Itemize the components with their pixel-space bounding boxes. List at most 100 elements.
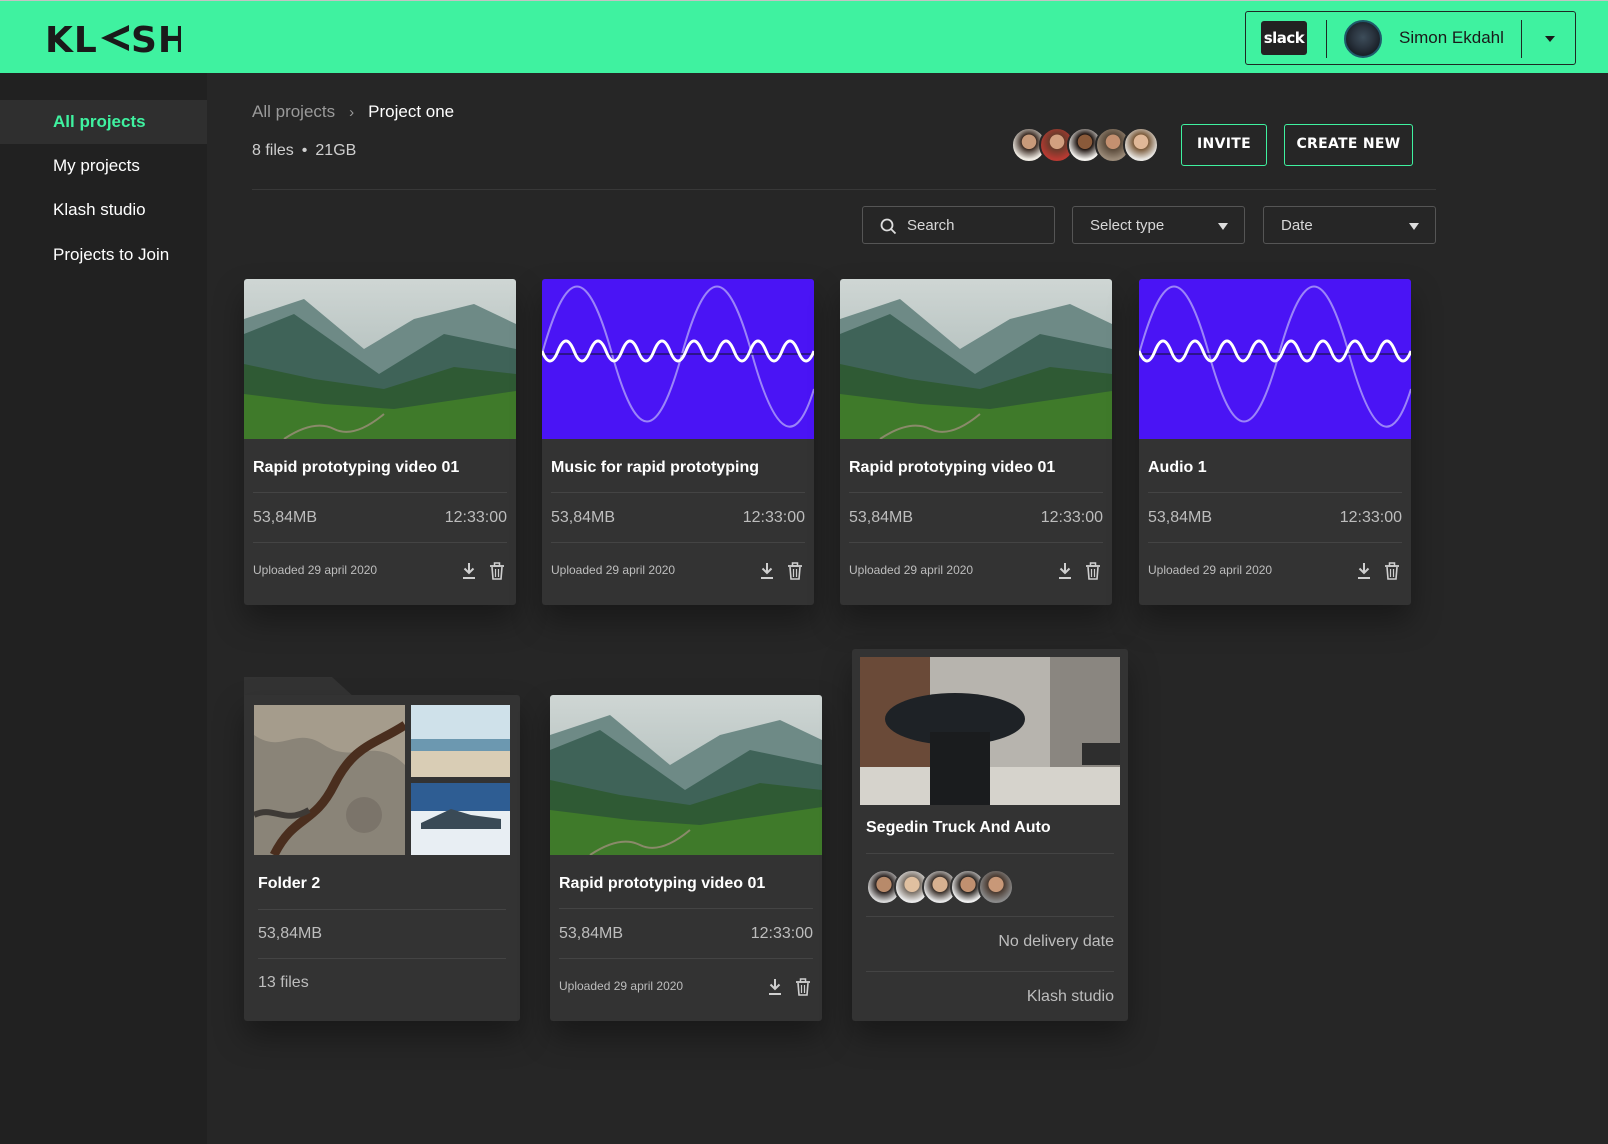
card-duration: 12:33:00 bbox=[1040, 509, 1103, 526]
divider bbox=[253, 492, 507, 493]
trash-icon[interactable] bbox=[787, 562, 803, 580]
caret-down-icon bbox=[1409, 223, 1419, 230]
folder-file-count: 13 files bbox=[258, 974, 309, 991]
date-label: Date bbox=[1281, 217, 1313, 234]
divider bbox=[1521, 20, 1522, 58]
invite-button[interactable]: INVITE bbox=[1181, 124, 1267, 166]
trash-icon[interactable] bbox=[489, 562, 505, 580]
card-title: Music for rapid prototyping bbox=[551, 459, 759, 476]
download-icon[interactable] bbox=[767, 978, 783, 996]
file-card[interactable]: Audio 1 53,84MB 12:33:00 Uploaded 29 apr… bbox=[1139, 279, 1411, 605]
project-thumbnail[interactable] bbox=[860, 657, 1120, 805]
file-card[interactable]: Rapid prototyping video 01 53,84MB 12:33… bbox=[244, 279, 516, 605]
download-icon[interactable] bbox=[1057, 562, 1073, 580]
divider bbox=[866, 853, 1114, 854]
project-card[interactable]: Segedin Truck And Auto No delivery date … bbox=[852, 649, 1128, 1021]
card-uploaded: Uploaded 29 april 2020 bbox=[849, 563, 974, 577]
card-title: Rapid prototyping video 01 bbox=[559, 875, 766, 892]
date-dropdown[interactable]: Date bbox=[1263, 206, 1436, 244]
folder-card[interactable]: Folder 2 53,84MB 13 files bbox=[244, 695, 520, 1021]
project-studio: Klash studio bbox=[1026, 988, 1114, 1005]
card-uploaded: Uploaded 29 april 2020 bbox=[559, 979, 684, 993]
audio-thumbnail[interactable] bbox=[1139, 279, 1411, 439]
breadcrumb-parent[interactable]: All projects bbox=[252, 102, 335, 121]
card-uploaded: Uploaded 29 april 2020 bbox=[253, 563, 378, 577]
divider bbox=[1148, 492, 1402, 493]
select-type-dropdown[interactable]: Select type bbox=[1072, 206, 1245, 244]
file-card[interactable]: Rapid prototyping video 01 53,84MB 12:33… bbox=[550, 695, 822, 1021]
card-size: 53,84MB bbox=[551, 509, 616, 526]
card-title: Folder 2 bbox=[258, 875, 321, 892]
card-duration: 12:33:00 bbox=[742, 509, 805, 526]
project-meta: 8 files • 21GB bbox=[252, 142, 356, 160]
folder-preview-image bbox=[411, 783, 510, 855]
card-size: 53,84MB bbox=[1148, 509, 1213, 526]
search-icon bbox=[880, 218, 897, 235]
chevron-right-icon: › bbox=[349, 104, 355, 121]
card-duration: 12:33:00 bbox=[750, 925, 813, 942]
file-card[interactable]: Rapid prototyping video 01 53,84MB 12:33… bbox=[840, 279, 1112, 605]
divider bbox=[1326, 20, 1327, 58]
project-size: 21GB bbox=[315, 142, 357, 159]
divider bbox=[866, 916, 1114, 917]
header-divider bbox=[252, 189, 1436, 190]
folder-preview-image bbox=[254, 705, 405, 855]
audio-thumbnail[interactable] bbox=[542, 279, 814, 439]
sidebar-item-all-projects[interactable]: All projects bbox=[0, 100, 207, 144]
video-thumbnail[interactable] bbox=[244, 279, 516, 439]
divider bbox=[849, 492, 1103, 493]
card-size: 53,84MB bbox=[849, 509, 914, 526]
trash-icon[interactable] bbox=[1085, 562, 1101, 580]
file-card[interactable]: Music for rapid prototyping 53,84MB 12:3… bbox=[542, 279, 814, 605]
caret-down-icon bbox=[1218, 223, 1228, 230]
select-type-label: Select type bbox=[1090, 217, 1165, 234]
divider bbox=[253, 542, 507, 543]
project-members[interactable] bbox=[866, 869, 1026, 905]
card-title: Rapid prototyping video 01 bbox=[849, 459, 1056, 476]
divider bbox=[258, 958, 506, 959]
top-bar: KL SH slack Simon Ekdahl bbox=[0, 0, 1608, 73]
sidebar-item-klash-studio[interactable]: Klash studio bbox=[0, 188, 207, 232]
create-new-button[interactable]: CREATE NEW bbox=[1284, 124, 1413, 166]
sidebar-item-projects-to-join[interactable]: Projects to Join bbox=[0, 233, 207, 277]
download-icon[interactable] bbox=[1356, 562, 1372, 580]
member-avatar[interactable] bbox=[978, 869, 1014, 905]
folder-tab bbox=[244, 677, 354, 697]
klash-logo[interactable]: KL SH bbox=[45, 21, 181, 55]
member-avatar[interactable] bbox=[1123, 127, 1159, 163]
file-count: 8 files bbox=[252, 142, 294, 159]
folder-size: 53,84MB bbox=[258, 925, 323, 942]
user-avatar[interactable] bbox=[1344, 20, 1382, 58]
breadcrumb: All projects › Project one bbox=[252, 102, 454, 122]
folder-preview-image bbox=[411, 705, 510, 777]
delivery-date: No delivery date bbox=[998, 933, 1114, 950]
slack-button[interactable]: slack bbox=[1261, 21, 1307, 55]
card-duration: 12:33:00 bbox=[444, 509, 507, 526]
card-title: Audio 1 bbox=[1148, 459, 1207, 476]
divider bbox=[258, 909, 506, 910]
sidebar: All projects My projects Klash studio Pr… bbox=[0, 73, 207, 1144]
divider bbox=[559, 958, 813, 959]
sidebar-item-my-projects[interactable]: My projects bbox=[0, 144, 207, 188]
divider bbox=[849, 542, 1103, 543]
video-thumbnail[interactable] bbox=[840, 279, 1112, 439]
card-title: Segedin Truck And Auto bbox=[866, 819, 1051, 836]
search-input[interactable]: Search bbox=[862, 206, 1055, 244]
video-thumbnail[interactable] bbox=[550, 695, 822, 855]
chevron-down-icon[interactable] bbox=[1545, 36, 1555, 42]
slack-label: slack bbox=[1263, 29, 1305, 47]
card-uploaded: Uploaded 29 april 2020 bbox=[1148, 563, 1273, 577]
trash-icon[interactable] bbox=[795, 978, 811, 996]
svg-text:SH: SH bbox=[131, 21, 181, 55]
card-title: Rapid prototyping video 01 bbox=[253, 459, 460, 476]
divider bbox=[551, 542, 805, 543]
svg-text:KL: KL bbox=[45, 21, 98, 55]
separator-dot: • bbox=[301, 142, 308, 159]
divider bbox=[866, 971, 1114, 972]
card-size: 53,84MB bbox=[253, 509, 318, 526]
divider bbox=[559, 908, 813, 909]
download-icon[interactable] bbox=[759, 562, 775, 580]
account-menu[interactable]: slack Simon Ekdahl bbox=[1245, 11, 1576, 65]
trash-icon[interactable] bbox=[1384, 562, 1400, 580]
download-icon[interactable] bbox=[461, 562, 477, 580]
